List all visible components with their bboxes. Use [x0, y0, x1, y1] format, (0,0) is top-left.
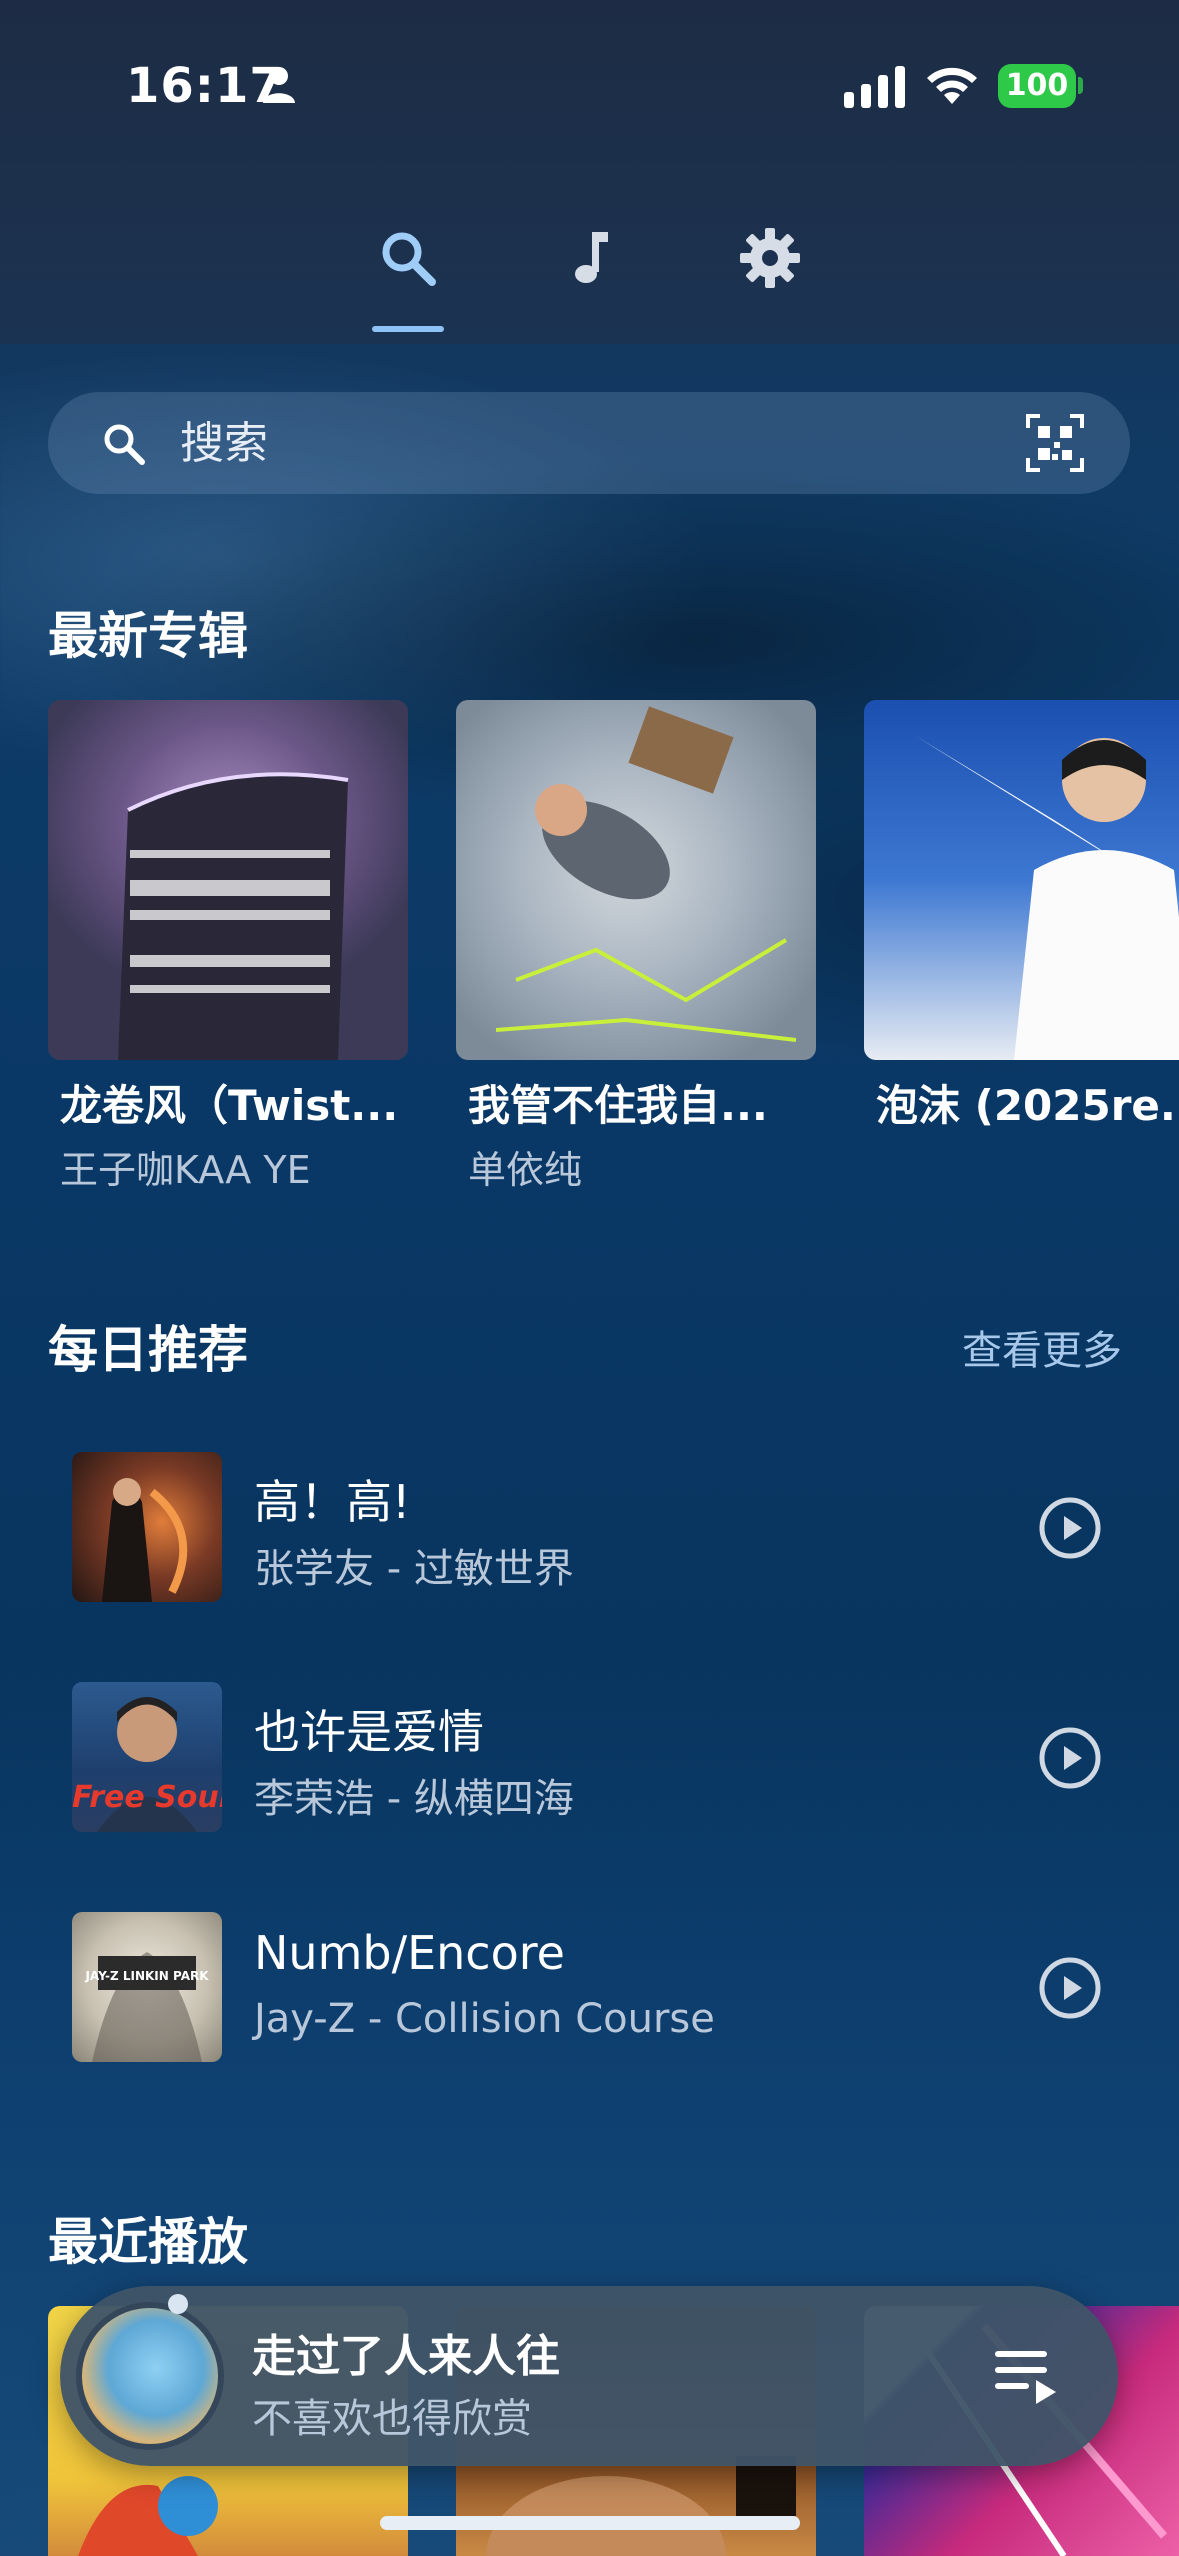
- song-title: Numb/Encore: [254, 1926, 565, 1980]
- status-bar: 16:17 100: [0, 0, 1179, 150]
- gear-icon: [740, 228, 800, 288]
- search-icon: [382, 232, 436, 286]
- song-cover: Free Soul: [72, 1682, 222, 1832]
- song-cover: [72, 1452, 222, 1602]
- song-cover: JAY-Z LINKIN PARK: [72, 1912, 222, 2062]
- new-albums-title: 最新专辑: [48, 607, 248, 665]
- daily-recommendations-title: 每日推荐: [48, 1321, 248, 1379]
- recently-played-title: 最近播放: [48, 2213, 248, 2271]
- song-cover-art: [102, 1478, 188, 1602]
- album-card[interactable]: 我管不住我自... 单依纯: [456, 700, 816, 1194]
- see-more-link[interactable]: 查看更多: [962, 1318, 1122, 1376]
- song-row[interactable]: JAY-Z LINKIN PARK Numb/Encore Jay-Z - Co…: [72, 1912, 1132, 2062]
- album-cover: [48, 700, 408, 1060]
- mini-player[interactable]: 走过了人来人往 不喜欢也得欣赏: [60, 2286, 1118, 2466]
- album-card[interactable]: 龙卷风（Twist... 王子咖KAA YE: [48, 700, 408, 1194]
- tab-music[interactable]: [530, 220, 650, 344]
- song-row[interactable]: Free Soul 也许是爱情 李荣浩 - 纵横四海: [72, 1682, 1132, 1832]
- wifi-icon: [927, 67, 977, 104]
- tab-settings[interactable]: [710, 220, 830, 344]
- playlist-queue-icon[interactable]: [994, 2346, 1060, 2406]
- progress-dot: [168, 2294, 188, 2314]
- song-cover-art: Free Soul: [72, 1697, 222, 1832]
- now-playing-title: 走过了人来人往: [252, 2331, 560, 2382]
- album-cover-art: [118, 772, 349, 1060]
- album-title: 龙卷风（Twist...: [60, 1081, 399, 1130]
- album-cover: [456, 700, 816, 1060]
- battery-indicator: 100: [998, 64, 1076, 108]
- album-title: 泡沫 (2025re...: [876, 1081, 1179, 1130]
- music-note-icon: [575, 232, 608, 283]
- cover-text: JAY-Z LINKIN PARK: [84, 1969, 209, 1983]
- album-cover: [864, 700, 1179, 1060]
- song-subtitle: Jay-Z - Collision Course: [254, 1996, 715, 2042]
- top-tab-bar: [0, 220, 1179, 344]
- active-tab-indicator: [372, 326, 444, 332]
- song-row[interactable]: 高！高! 张学友 - 过敏世界: [72, 1452, 1132, 1602]
- home-indicator: [380, 2516, 800, 2530]
- album-card[interactable]: 泡沫 (2025re...: [864, 700, 1179, 1139]
- cover-text: Free Soul: [72, 1780, 222, 1815]
- now-playing-cover: [76, 2302, 224, 2450]
- song-title: 也许是爱情: [254, 1705, 484, 1759]
- song-subtitle: 张学友 - 过敏世界: [254, 1546, 574, 1592]
- album-artist: 单依纯: [468, 1148, 583, 1192]
- person-icon: [263, 67, 295, 103]
- search-input[interactable]: [180, 410, 940, 476]
- play-circle-icon[interactable]: [1038, 1956, 1102, 2020]
- battery-tip: [1078, 77, 1083, 94]
- song-title: 高！高!: [254, 1475, 411, 1529]
- song-subtitle: 李荣浩 - 纵横四海: [254, 1776, 574, 1822]
- song-cover-art: JAY-Z LINKIN PARK: [84, 1952, 209, 2062]
- qr-scan-icon[interactable]: [1026, 414, 1084, 472]
- album-cover-art: [914, 735, 1179, 1060]
- album-artist: 王子咖KAA YE: [60, 1148, 311, 1192]
- search-bar[interactable]: [48, 392, 1130, 494]
- cellular-signal-icon: [844, 66, 905, 108]
- search-icon: [104, 424, 145, 465]
- status-time: 16:17: [126, 58, 284, 114]
- album-cover-art: [495, 706, 797, 1042]
- album-title: 我管不住我自...: [468, 1081, 768, 1130]
- now-playing-subtitle: 不喜欢也得欣赏: [252, 2396, 532, 2442]
- play-circle-icon[interactable]: [1038, 1496, 1102, 1560]
- play-circle-icon[interactable]: [1038, 1726, 1102, 1790]
- app-header: 16:17 100: [0, 0, 1179, 344]
